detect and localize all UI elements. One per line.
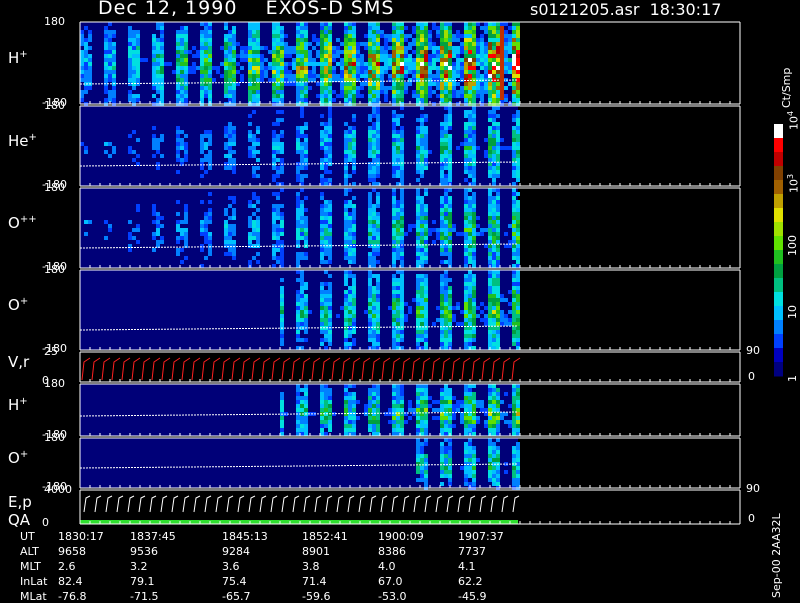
colorbar-tick-3: 10 bbox=[786, 305, 799, 319]
colorbar-swatch-1 bbox=[774, 138, 783, 153]
panel-6-label: O+ bbox=[8, 449, 29, 467]
panel-6-background bbox=[80, 438, 518, 488]
colorbar-tick-1: 103 bbox=[786, 173, 800, 193]
ephem-value: -53.0 bbox=[378, 590, 407, 603]
ephem-value: 9658 bbox=[58, 545, 86, 558]
ephem-value: 71.4 bbox=[302, 575, 327, 588]
panel-1-ymax: 180 bbox=[44, 99, 65, 112]
panel-4-label: V,r bbox=[8, 353, 30, 371]
ephem-value: 1900:09 bbox=[378, 530, 424, 543]
ephem-name-0: UT bbox=[20, 530, 35, 543]
panel-0-label: H+ bbox=[8, 49, 28, 67]
panel-7-ymax: 4000 bbox=[44, 483, 72, 496]
ephem-value: 7737 bbox=[458, 545, 486, 558]
panel-4-right-top: 90 bbox=[746, 344, 760, 357]
panel-2-label: O++ bbox=[8, 214, 37, 232]
ephem-value: -59.6 bbox=[302, 590, 331, 603]
ephem-value: 75.4 bbox=[222, 575, 247, 588]
ephem-value: 1837:45 bbox=[130, 530, 176, 543]
spectrogram-plot bbox=[79, 21, 783, 525]
colorbar-swatch-7 bbox=[774, 222, 783, 237]
colorbar-swatch-0 bbox=[774, 124, 783, 139]
colorbar-swatch-13 bbox=[774, 306, 783, 321]
ephem-value: 3.6 bbox=[222, 560, 240, 573]
colorbar-swatch-9 bbox=[774, 250, 783, 265]
colorbar-swatch-12 bbox=[774, 292, 783, 307]
panel-4-right-bottom: 0 bbox=[748, 370, 755, 383]
ephem-value: 8386 bbox=[378, 545, 406, 558]
panel-7-right-bottom: 0 bbox=[748, 512, 755, 525]
ephem-value: 9536 bbox=[130, 545, 158, 558]
colorbar-tick-0: 104 bbox=[786, 110, 800, 130]
ephem-name-1: ALT bbox=[20, 545, 39, 558]
panel-3-label: O+ bbox=[8, 296, 29, 314]
panel-5-ymax: 180 bbox=[44, 377, 65, 390]
ephem-value: 4.1 bbox=[458, 560, 476, 573]
ephem-value: 2.6 bbox=[58, 560, 76, 573]
ephem-value: 3.8 bbox=[302, 560, 320, 573]
panel-0-ymax: 180 bbox=[44, 15, 65, 28]
ephem-value: 3.2 bbox=[130, 560, 148, 573]
colorbar-swatch-14 bbox=[774, 320, 783, 335]
ephem-value: -76.8 bbox=[58, 590, 87, 603]
ephem-value: 1852:41 bbox=[302, 530, 348, 543]
ephem-value: 8901 bbox=[302, 545, 330, 558]
ephem-value: 62.2 bbox=[458, 575, 483, 588]
ephem-value: -45.9 bbox=[458, 590, 487, 603]
panel-7-right-top: 90 bbox=[746, 482, 760, 495]
panel-2-ymax: 180 bbox=[44, 181, 65, 194]
colorbar-swatch-6 bbox=[774, 208, 783, 223]
ephem-name-2: MLT bbox=[20, 560, 41, 573]
panel-4-ymax: 25 bbox=[44, 345, 58, 358]
colorbar-swatch-10 bbox=[774, 264, 783, 279]
panel-1-label: He+ bbox=[8, 132, 37, 150]
ephem-value: -71.5 bbox=[130, 590, 159, 603]
colorbar-swatch-11 bbox=[774, 278, 783, 293]
ephem-value: 1845:13 bbox=[222, 530, 268, 543]
panel-3-ymax: 180 bbox=[44, 263, 65, 276]
ephem-value: -65.7 bbox=[222, 590, 251, 603]
colorbar-swatch-16 bbox=[774, 348, 783, 363]
ephem-value: 1830:17 bbox=[58, 530, 104, 543]
colorbar-swatch-17 bbox=[774, 362, 783, 377]
colorbar-swatch-4 bbox=[774, 180, 783, 195]
ephem-value: 79.1 bbox=[130, 575, 155, 588]
ephem-value: 67.0 bbox=[378, 575, 403, 588]
colorbar-unit: Ct/Smp bbox=[780, 67, 793, 108]
colorbar-swatch-5 bbox=[774, 194, 783, 209]
footer-code: Sep-00 2AA32L bbox=[770, 513, 783, 598]
panel-7-ymin: 0 bbox=[42, 516, 49, 529]
colorbar-tick-4: 1 bbox=[786, 375, 799, 382]
h-plus-band bbox=[500, 26, 504, 100]
colorbar-swatch-3 bbox=[774, 166, 783, 181]
panel-7-label: E,p bbox=[8, 493, 32, 511]
ephem-value: 82.4 bbox=[58, 575, 83, 588]
panel-7-label2: QA bbox=[8, 511, 31, 529]
panel-6-ymax: 180 bbox=[44, 431, 65, 444]
colorbar-swatch-2 bbox=[774, 152, 783, 167]
colorbar-swatch-15 bbox=[774, 334, 783, 349]
ephem-name-3: InLat bbox=[20, 575, 48, 588]
ephem-value: 4.0 bbox=[378, 560, 396, 573]
colorbar-tick-2: 100 bbox=[786, 235, 799, 256]
ephem-name-4: MLat bbox=[20, 590, 47, 603]
ephem-value: 1907:37 bbox=[458, 530, 504, 543]
ephem-value: 9284 bbox=[222, 545, 250, 558]
qa-bar bbox=[80, 520, 518, 524]
colorbar-swatch-8 bbox=[774, 236, 783, 251]
panel-5-label: H+ bbox=[8, 396, 28, 414]
